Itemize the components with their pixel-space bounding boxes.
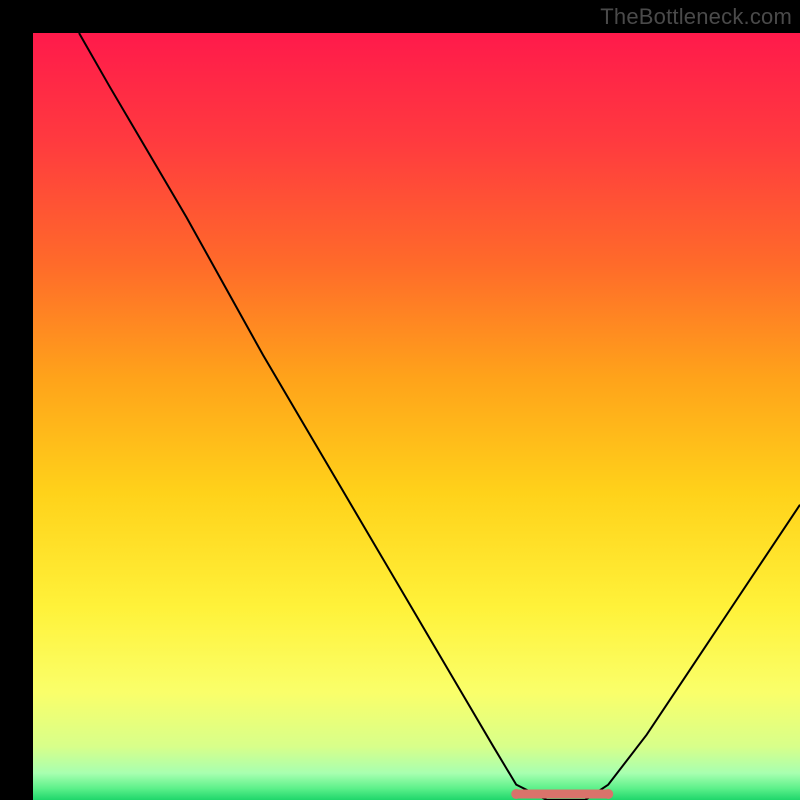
plot-background: [33, 33, 800, 800]
optimal-zone-right-dot: [603, 789, 613, 799]
optimal-zone-left-dot: [511, 789, 521, 799]
chart-frame: TheBottleneck.com: [0, 0, 800, 800]
bottleneck-chart: [0, 0, 800, 800]
